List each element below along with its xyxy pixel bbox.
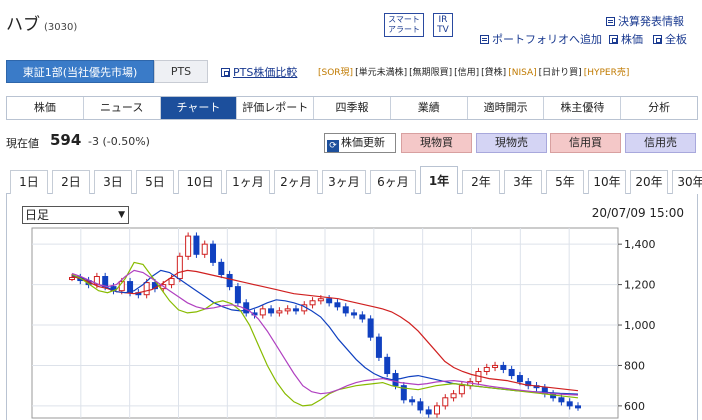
y-tick-label: 1,200 <box>624 279 656 292</box>
y-tick-label: 600 <box>624 400 645 413</box>
candle-body <box>176 255 183 280</box>
candle-body <box>566 401 573 407</box>
candle-body <box>218 261 225 275</box>
candle-body <box>508 368 515 377</box>
candle-body <box>268 308 275 314</box>
candle-body <box>483 366 490 373</box>
candle-body <box>409 399 416 403</box>
candle-body <box>168 278 175 286</box>
candle-body <box>351 312 358 316</box>
candle-body <box>243 302 250 314</box>
price-chart: 600 800 1,000 1,200 1,400 <box>31 227 656 419</box>
candle-body <box>558 397 565 403</box>
candle-body <box>384 356 391 375</box>
candle-body <box>309 300 316 306</box>
candle-body <box>442 397 449 407</box>
candle-body <box>375 336 382 358</box>
candle-body <box>425 409 432 415</box>
candle-body <box>334 302 341 308</box>
y-tick-label: 1,000 <box>624 319 656 332</box>
candle-body <box>193 235 200 255</box>
candle-body <box>500 364 507 370</box>
candle-body <box>417 401 424 411</box>
y-tick-label: 800 <box>624 359 645 372</box>
candle-body <box>492 364 499 368</box>
candle-body <box>433 405 440 415</box>
candle-body <box>450 393 457 399</box>
candle-body <box>284 308 291 312</box>
candle-body <box>342 306 349 314</box>
candle-body <box>458 385 465 395</box>
candle-body <box>185 235 192 257</box>
candle-body <box>259 308 266 316</box>
candle-body <box>210 243 217 263</box>
candle-body <box>69 277 75 281</box>
candle-body <box>367 318 374 338</box>
candle-body <box>326 298 333 304</box>
candle-body <box>143 282 150 296</box>
candle-body <box>226 273 233 288</box>
candle-body <box>516 375 523 383</box>
candle-body <box>317 298 324 302</box>
candle-body <box>292 308 299 312</box>
candle-body <box>201 243 208 255</box>
candle-body <box>276 310 283 314</box>
candle-body <box>575 405 581 409</box>
y-tick-label: 1,400 <box>624 238 656 251</box>
candle-body <box>359 314 366 320</box>
candle-body <box>234 286 241 304</box>
